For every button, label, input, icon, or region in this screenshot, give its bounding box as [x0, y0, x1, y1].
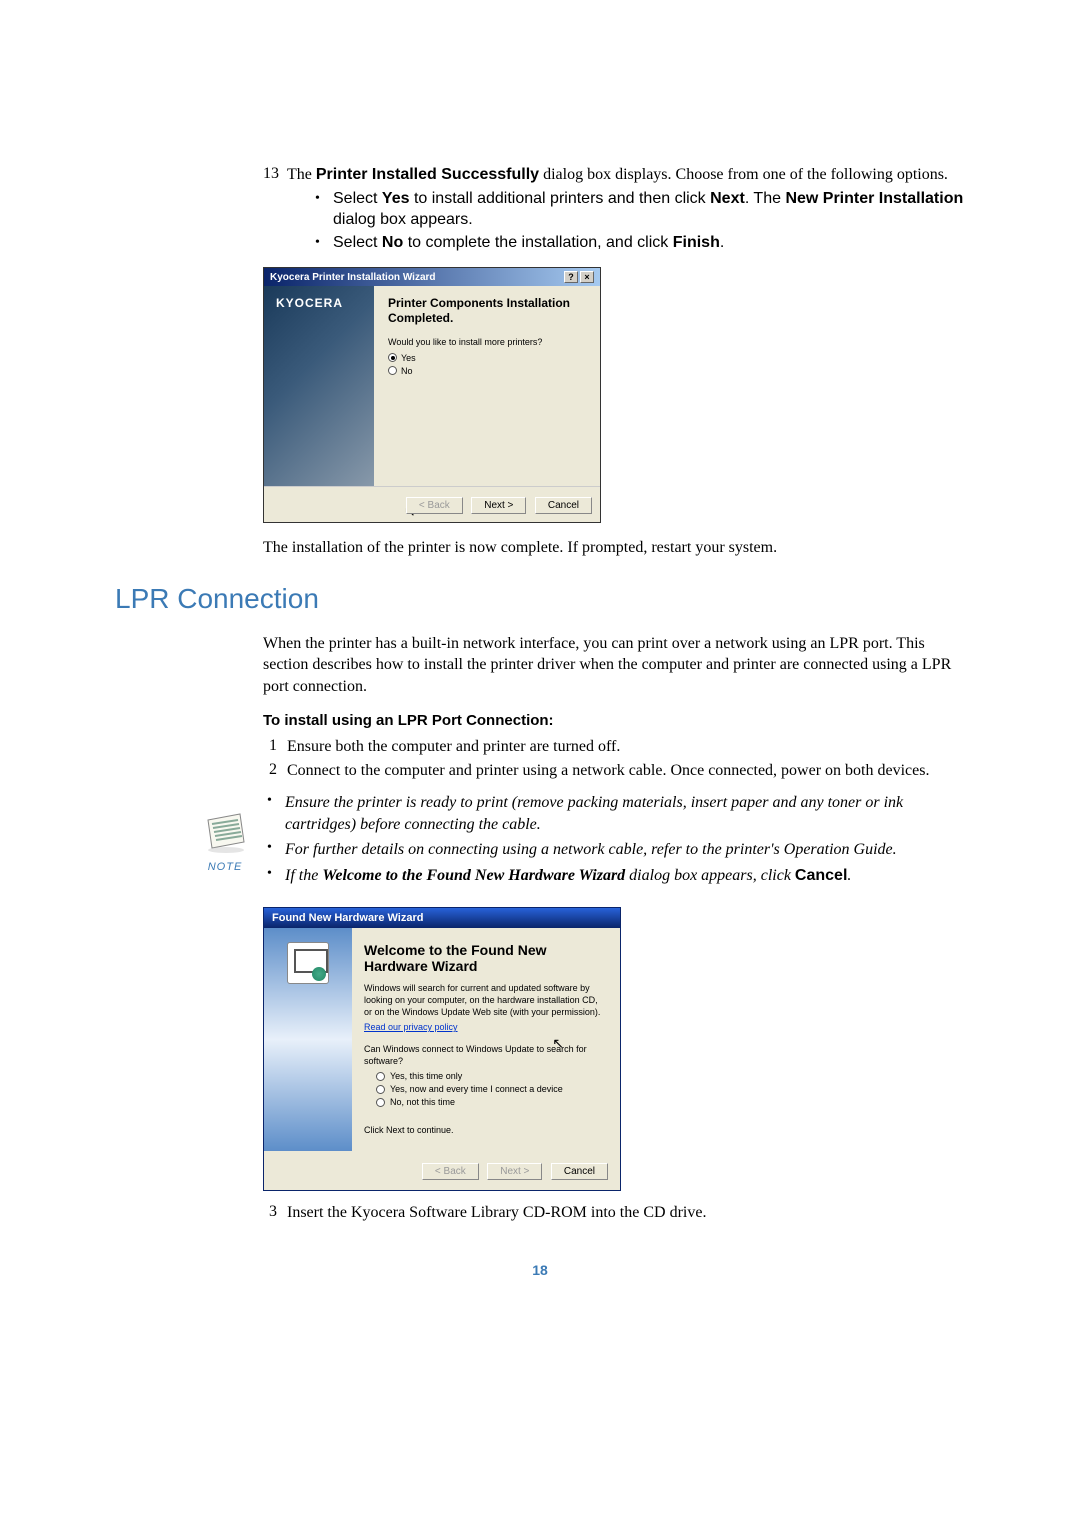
- found-hardware-dialog: Found New Hardware Wizard Welcome to the…: [263, 907, 621, 1191]
- dialog-heading: Printer Components Installation Complete…: [388, 296, 586, 325]
- notepad-icon: [202, 812, 248, 854]
- step-number: 13: [263, 165, 287, 257]
- back-button: < Back: [422, 1163, 479, 1180]
- lpr-intro: When the printer has a built-in network …: [263, 633, 965, 698]
- help-icon[interactable]: ?: [564, 271, 578, 283]
- dialog-para: Windows will search for current and upda…: [364, 983, 604, 1018]
- note-bullet-2: • For further details on connecting usin…: [267, 839, 965, 861]
- note-bullet-1: • Ensure the printer is ready to print (…: [267, 792, 965, 835]
- dialog-title: Kyocera Printer Installation Wizard: [270, 272, 436, 283]
- kyocera-wizard-dialog: Kyocera Printer Installation Wizard ? × …: [263, 267, 601, 523]
- radio-yes[interactable]: Yes: [388, 353, 586, 363]
- cursor-icon: ↖: [552, 1034, 564, 1052]
- privacy-link[interactable]: Read our privacy policy: [364, 1022, 458, 1032]
- radio-icon: [388, 366, 397, 375]
- hardware-icon: [287, 942, 329, 984]
- radio-icon: [376, 1085, 385, 1094]
- kyocera-logo: KYOCERA: [264, 286, 374, 310]
- radio-icon: [388, 353, 397, 362]
- step-3: 3 Insert the Kyocera Software Library CD…: [263, 1203, 965, 1224]
- step-1: 1 Ensure both the computer and printer a…: [263, 737, 965, 758]
- note-bullet-3: • If the Welcome to the Found New Hardwa…: [267, 865, 965, 887]
- dialog-heading: Welcome to the Found New Hardware Wizard: [364, 942, 604, 976]
- radio-yes-once[interactable]: Yes, this time only: [376, 1071, 604, 1081]
- next-button: Next >: [487, 1163, 542, 1180]
- cancel-button[interactable]: Cancel: [535, 497, 592, 514]
- radio-icon: [376, 1072, 385, 1081]
- continue-text: Click Next to continue.: [364, 1125, 604, 1137]
- note-icon-wrap: NOTE: [195, 792, 255, 873]
- section-title: LPR Connection: [115, 583, 965, 615]
- step-text: The Printer Installed Successfully dialo…: [287, 165, 965, 257]
- next-button[interactable]: Next >: [471, 497, 526, 514]
- note-label: NOTE: [195, 861, 255, 873]
- wizard-sidebar: KYOCERA Installation: [264, 286, 374, 486]
- dialog-question: Can Windows connect to Windows Update to…: [364, 1044, 604, 1067]
- completion-text: The installation of the printer is now c…: [263, 537, 965, 559]
- dialog-titlebar: Kyocera Printer Installation Wizard ? ×: [264, 268, 600, 286]
- cancel-button[interactable]: Cancel: [551, 1163, 608, 1180]
- wizard-sidebar: [264, 928, 352, 1151]
- step-2: 2 Connect to the computer and printer us…: [263, 761, 965, 782]
- bullet-no: • Select No to complete the installation…: [315, 233, 965, 254]
- radio-yes-always[interactable]: Yes, now and every time I connect a devi…: [376, 1084, 604, 1094]
- bullet-yes: • Select Yes to install additional print…: [315, 189, 965, 231]
- radio-no[interactable]: No, not this time: [376, 1097, 604, 1107]
- subheading: To install using an LPR Port Connection:: [263, 712, 965, 729]
- back-button: < Back: [406, 497, 463, 514]
- radio-no[interactable]: No: [388, 366, 586, 376]
- dialog-question: Would you like to install more printers?: [388, 337, 586, 347]
- close-icon[interactable]: ×: [580, 271, 594, 283]
- page-number: 18: [115, 1262, 965, 1278]
- step-13: 13 The Printer Installed Successfully di…: [263, 165, 965, 257]
- dialog-title: Found New Hardware Wizard: [264, 908, 620, 928]
- radio-icon: [376, 1098, 385, 1107]
